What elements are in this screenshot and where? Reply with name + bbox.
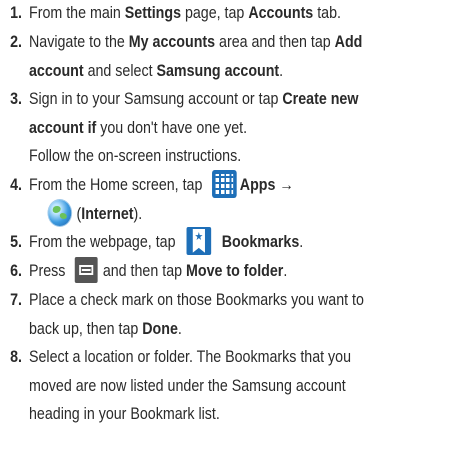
- text-run: back up, then tap: [29, 319, 143, 338]
- step-number: 6.: [10, 262, 22, 280]
- text-run: Follow the on-screen instructions.: [29, 147, 242, 166]
- step-line: heading in your Bookmark list.: [29, 400, 458, 429]
- text-run: Place a check mark on those Bookmarks yo…: [29, 291, 364, 309]
- text-run: .: [279, 61, 284, 80]
- step-number: 2.: [10, 33, 22, 51]
- bold-term: Add: [334, 33, 363, 51]
- instruction-steps: 1. From the main Settings page, tap Accou…: [0, 0, 462, 454]
- step-line: account if you don't have one yet.: [29, 114, 458, 143]
- step-text: From the Home screen, tap Apps → (Interne…: [29, 169, 458, 229]
- step-number: 4.: [10, 176, 22, 194]
- bookmark-icon: ★: [186, 226, 212, 255]
- text-run: moved are now listed under the Samsung a…: [29, 376, 346, 395]
- text-run: Press: [29, 262, 70, 280]
- step-line: Sign in to your Samsung account or tap C…: [29, 85, 458, 114]
- bold-term: Samsung account: [156, 61, 280, 80]
- text-run: area and then tap: [215, 33, 335, 51]
- step-line: From the webpage, tap ★ Bookmarks.: [29, 226, 458, 257]
- text-run: .: [177, 319, 182, 338]
- menu-key-icon: [74, 257, 98, 284]
- bold-term: account: [29, 61, 84, 80]
- step-number: 3.: [10, 90, 22, 108]
- step-line: Select a location or folder. The Bookmar…: [29, 343, 458, 372]
- step-text: Press and then tap Move to folder.: [29, 257, 458, 286]
- step-line: account and select Samsung account.: [29, 57, 458, 86]
- text-run: .: [299, 233, 304, 251]
- bold-term: account if: [29, 118, 97, 137]
- text-run: and then tap: [102, 262, 186, 280]
- step-line: Navigate to the My accounts area and the…: [29, 28, 458, 57]
- step-text: Place a check mark on those Bookmarks yo…: [29, 286, 458, 343]
- step-number: 8.: [10, 348, 22, 366]
- step-number: 5.: [10, 233, 22, 251]
- bold-term: Apps: [239, 176, 276, 194]
- text-run: From the main: [29, 4, 125, 22]
- bold-term: Settings: [124, 4, 181, 22]
- step-text: From the webpage, tap ★ Bookmarks.: [29, 226, 458, 257]
- text-run: heading in your Bookmark list.: [29, 405, 220, 424]
- text-run: From the Home screen, tap: [29, 176, 207, 194]
- step-line: From the main Settings page, tap Account…: [29, 0, 458, 28]
- step-text: Navigate to the My accounts area and the…: [29, 28, 458, 85]
- bold-term: Bookmarks: [221, 233, 300, 251]
- text-run: page, tap: [180, 4, 249, 22]
- text-run: and select: [83, 61, 157, 80]
- step-number: 1.: [10, 4, 22, 22]
- bold-term: Done: [142, 319, 178, 338]
- text-run: you don't have one yet.: [96, 118, 248, 137]
- text-run: Navigate to the: [29, 33, 129, 51]
- bold-term: My accounts: [128, 33, 216, 51]
- step-text: Sign in to your Samsung account or tap C…: [29, 85, 458, 171]
- text-run: →: [275, 176, 294, 194]
- bold-term: Accounts: [248, 4, 314, 22]
- step-line: back up, then tap Done.: [29, 315, 458, 344]
- step-line: Press and then tap Move to folder.: [29, 257, 458, 286]
- step-number: 7.: [10, 291, 22, 309]
- step-text: From the main Settings page, tap Account…: [29, 0, 458, 28]
- text-run: ).: [133, 204, 143, 223]
- bold-term: Internet: [81, 204, 134, 223]
- text-run: .: [283, 262, 288, 280]
- bold-term: Move to folder: [185, 262, 284, 280]
- apps-grid-icon: [211, 169, 237, 198]
- internet-globe-icon: [48, 199, 72, 226]
- step-text: Select a location or folder. The Bookmar…: [29, 343, 458, 429]
- text-run: Sign in to your Samsung account or tap: [29, 90, 283, 108]
- text-run: Select a location or folder. The Bookmar…: [29, 348, 352, 366]
- step-line: From the Home screen, tap Apps →: [29, 169, 458, 200]
- step-line: Place a check mark on those Bookmarks yo…: [29, 286, 458, 315]
- step-line: Follow the on-screen instructions.: [29, 142, 458, 171]
- text-run: tab.: [313, 4, 341, 22]
- bold-term: Create new: [282, 90, 359, 108]
- text-run: From the webpage, tap: [29, 233, 180, 251]
- step-line: moved are now listed under the Samsung a…: [29, 372, 458, 401]
- step-line: (Internet).: [29, 199, 458, 229]
